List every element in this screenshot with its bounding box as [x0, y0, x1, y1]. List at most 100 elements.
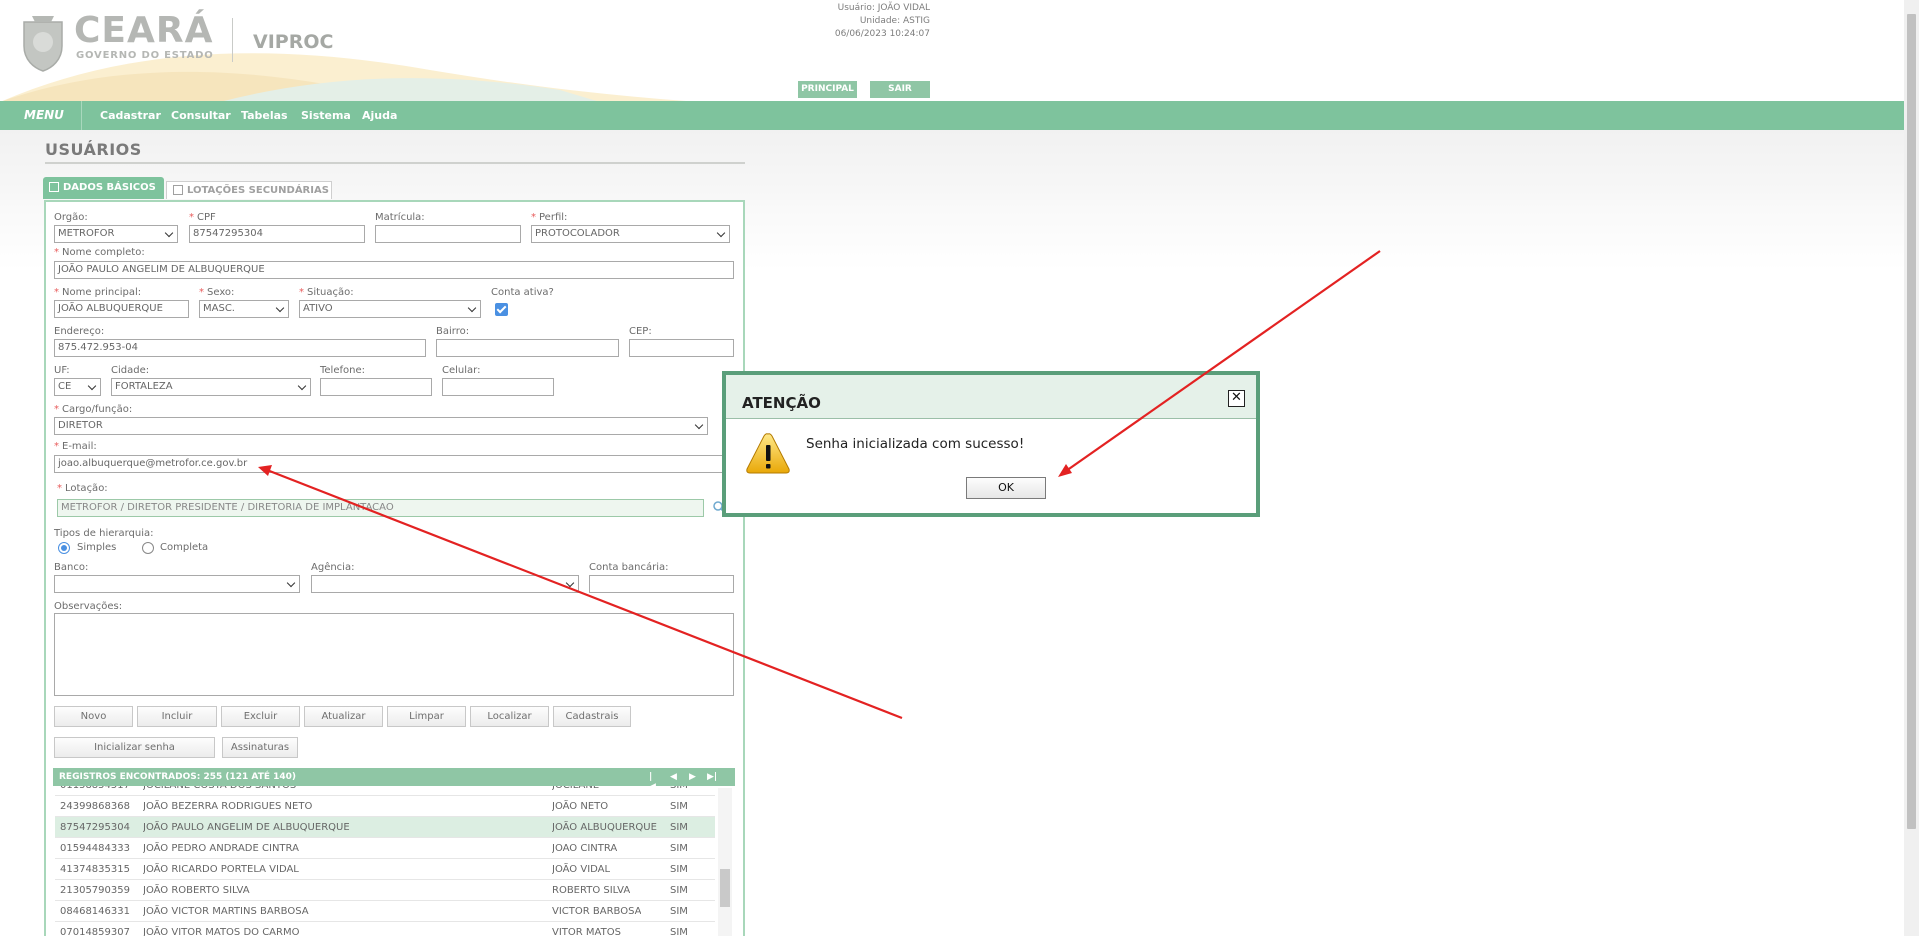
tab-lotacoes-secundarias[interactable]: LOTAÇÕES SECUNDÁRIAS [166, 181, 332, 199]
menu-item-sistema[interactable]: Sistema [301, 101, 351, 130]
bairro-input[interactable] [436, 339, 619, 357]
conta-bancaria-input[interactable] [589, 575, 734, 593]
menu-item-consultar[interactable]: Consultar [171, 101, 231, 130]
incluir-button[interactable]: Incluir [137, 706, 217, 727]
page-title: USUÁRIOS [45, 140, 142, 159]
app-name: VIPROC [253, 31, 334, 53]
cep-input[interactable] [629, 339, 734, 357]
table-row-selected[interactable]: 87547295304 JOÃO PAULO ANGELIM DE ALBUQU… [55, 817, 715, 838]
situacao-label: * Situação: [299, 287, 354, 298]
sexo-select[interactable]: MASC. [199, 300, 289, 318]
close-icon[interactable]: ✕ [1228, 390, 1245, 407]
email-label-text: E-mail: [62, 441, 97, 452]
results-scrollbar[interactable] [718, 788, 732, 936]
situacao-select[interactable]: ATIVO [299, 300, 481, 318]
perfil-label-text: Perfil: [539, 212, 568, 223]
nome-completo-input[interactable]: JOÃO PAULO ANGELIM DE ALBUQUERQUE [54, 261, 734, 279]
row-nome: JOÃO RICARDO PORTELA VIDAL [143, 864, 299, 875]
matricula-label: Matrícula: [375, 212, 425, 223]
page-scrollbar[interactable] [1904, 0, 1919, 936]
excluir-button[interactable]: Excluir [221, 706, 300, 727]
novo-button[interactable]: Novo [54, 706, 133, 727]
ok-button[interactable]: OK [966, 477, 1046, 499]
agencia-select[interactable] [311, 575, 579, 593]
first-page-icon[interactable]: |◀ [649, 772, 659, 792]
assinaturas-button[interactable]: Assinaturas [222, 737, 298, 758]
telefone-input[interactable] [320, 378, 432, 396]
row-nome: JOÃO BEZERRA RODRIGUES NETO [143, 801, 313, 812]
cargo-label-text: Cargo/função: [62, 404, 133, 415]
conta-bancaria-label: Conta bancária: [589, 562, 669, 573]
cadastrais-button[interactable]: Cadastrais [553, 706, 631, 727]
email-label: * E-mail: [54, 441, 97, 452]
row-apelido: JOAO CINTRA [552, 843, 618, 854]
last-page-icon[interactable]: ▶| [707, 772, 717, 782]
dialog-divider [726, 418, 1256, 419]
email-input[interactable]: joao.albuquerque@metrofor.ce.gov.br [54, 455, 734, 473]
tab-dados-basicos[interactable]: DADOS BÁSICOS [43, 177, 164, 199]
row-ativo: SIM [670, 786, 688, 796]
orgao-label: Orgão: [54, 212, 88, 223]
table-row[interactable]: 24399868368 JOÃO BEZERRA RODRIGUES NETO … [55, 796, 715, 817]
row-ativo: SIM [670, 906, 688, 917]
localizar-button[interactable]: Localizar [470, 706, 549, 727]
user-name: Usuário: JOÃO VIDAL [837, 3, 930, 13]
nome-completo-label: * Nome completo: [54, 247, 145, 258]
page-header: CEARÁ GOVERNO DO ESTADO VIPROC Usuário: … [0, 0, 1904, 101]
orgao-select[interactable]: METROFOR [54, 225, 178, 243]
cpf-input[interactable]: 87547295304 [189, 225, 365, 243]
table-row[interactable]: 08468146331 JOÃO VICTOR MARTINS BARBOSA … [55, 901, 715, 922]
hierarquia-label: Tipos de hierarquia: [54, 528, 154, 539]
hierarquia-simples-radio[interactable] [58, 542, 70, 554]
row-cpf: 08468146331 [60, 906, 130, 917]
menu-item-cadastrar[interactable]: Cadastrar [100, 101, 161, 130]
row-nome: JOÃO ROBERTO SILVA [143, 885, 250, 896]
row-cpf: 01158854517 [60, 786, 130, 796]
next-page-icon[interactable]: ▶ [689, 772, 699, 782]
conta-ativa-label: Conta ativa? [491, 287, 554, 298]
atualizar-button[interactable]: Atualizar [304, 706, 383, 727]
menu-root[interactable]: MENU [0, 101, 82, 130]
table-row[interactable]: 01594484333 JOÃO PEDRO ANDRADE CINTRA JO… [55, 838, 715, 859]
celular-input[interactable] [442, 378, 554, 396]
row-apelido: JOÃO NETO [552, 801, 609, 812]
perfil-select[interactable]: PROTOCOLADOR [531, 225, 730, 243]
table-row[interactable]: 21305790359 JOÃO ROBERTO SILVA ROBERTO S… [55, 880, 715, 901]
hierarquia-simples-label: Simples [77, 542, 117, 553]
telefone-label: Telefone: [320, 365, 365, 376]
endereco-label: Endereço: [54, 326, 105, 337]
inicializar-senha-button[interactable]: Inicializar senha [54, 737, 215, 758]
situacao-label-text: Situação: [307, 287, 354, 298]
observacoes-textarea[interactable] [54, 613, 734, 696]
bairro-label: Bairro: [436, 326, 470, 337]
nome-completo-label-text: Nome completo: [62, 247, 145, 258]
page-scrollbar-thumb[interactable] [1907, 14, 1916, 829]
banco-select[interactable] [54, 575, 300, 593]
menu-item-ajuda[interactable]: Ajuda [362, 101, 397, 130]
uf-select[interactable]: CE [54, 378, 101, 396]
sair-button[interactable]: SAIR [870, 81, 930, 98]
row-apelido: JOÃO ALBUQUERQUE [552, 822, 657, 833]
prev-page-icon[interactable]: ◀ [670, 772, 680, 782]
ceara-coat-of-arms-icon [23, 16, 63, 72]
cpf-label-text: CPF [197, 212, 216, 223]
cidade-select[interactable]: FORTALEZA [111, 378, 311, 396]
table-row[interactable]: 07014859307 JOÃO VITOR MATOS DO CARMO VI… [55, 922, 715, 936]
row-ativo: SIM [670, 864, 688, 875]
results-count: REGISTROS ENCONTRADOS: 255 (121 ATÉ 140) [59, 772, 297, 782]
table-row[interactable]: 41374835315 JOÃO RICARDO PORTELA VIDAL J… [55, 859, 715, 880]
dialog-message: Senha inicializada com sucesso! [806, 436, 1025, 452]
results-scrollbar-thumb[interactable] [720, 869, 730, 907]
limpar-button[interactable]: Limpar [387, 706, 466, 727]
cargo-select[interactable]: DIRETOR [54, 417, 708, 435]
conta-ativa-checkbox[interactable] [495, 303, 508, 316]
nome-principal-input[interactable]: JOÃO ALBUQUERQUE [54, 300, 189, 318]
matricula-input[interactable] [375, 225, 521, 243]
edit-icon [49, 182, 59, 192]
menu-item-tabelas[interactable]: Tabelas [241, 101, 288, 130]
table-row[interactable]: 01158854517 JOCILANE COSTA DOS SANTOS JO… [55, 786, 715, 796]
principal-button[interactable]: PRINCIPAL [798, 81, 857, 98]
endereco-input[interactable]: 875.472.953-04 [54, 339, 426, 357]
hierarquia-completa-radio[interactable] [142, 542, 154, 554]
logo-subtitle: GOVERNO DO ESTADO [76, 50, 214, 61]
